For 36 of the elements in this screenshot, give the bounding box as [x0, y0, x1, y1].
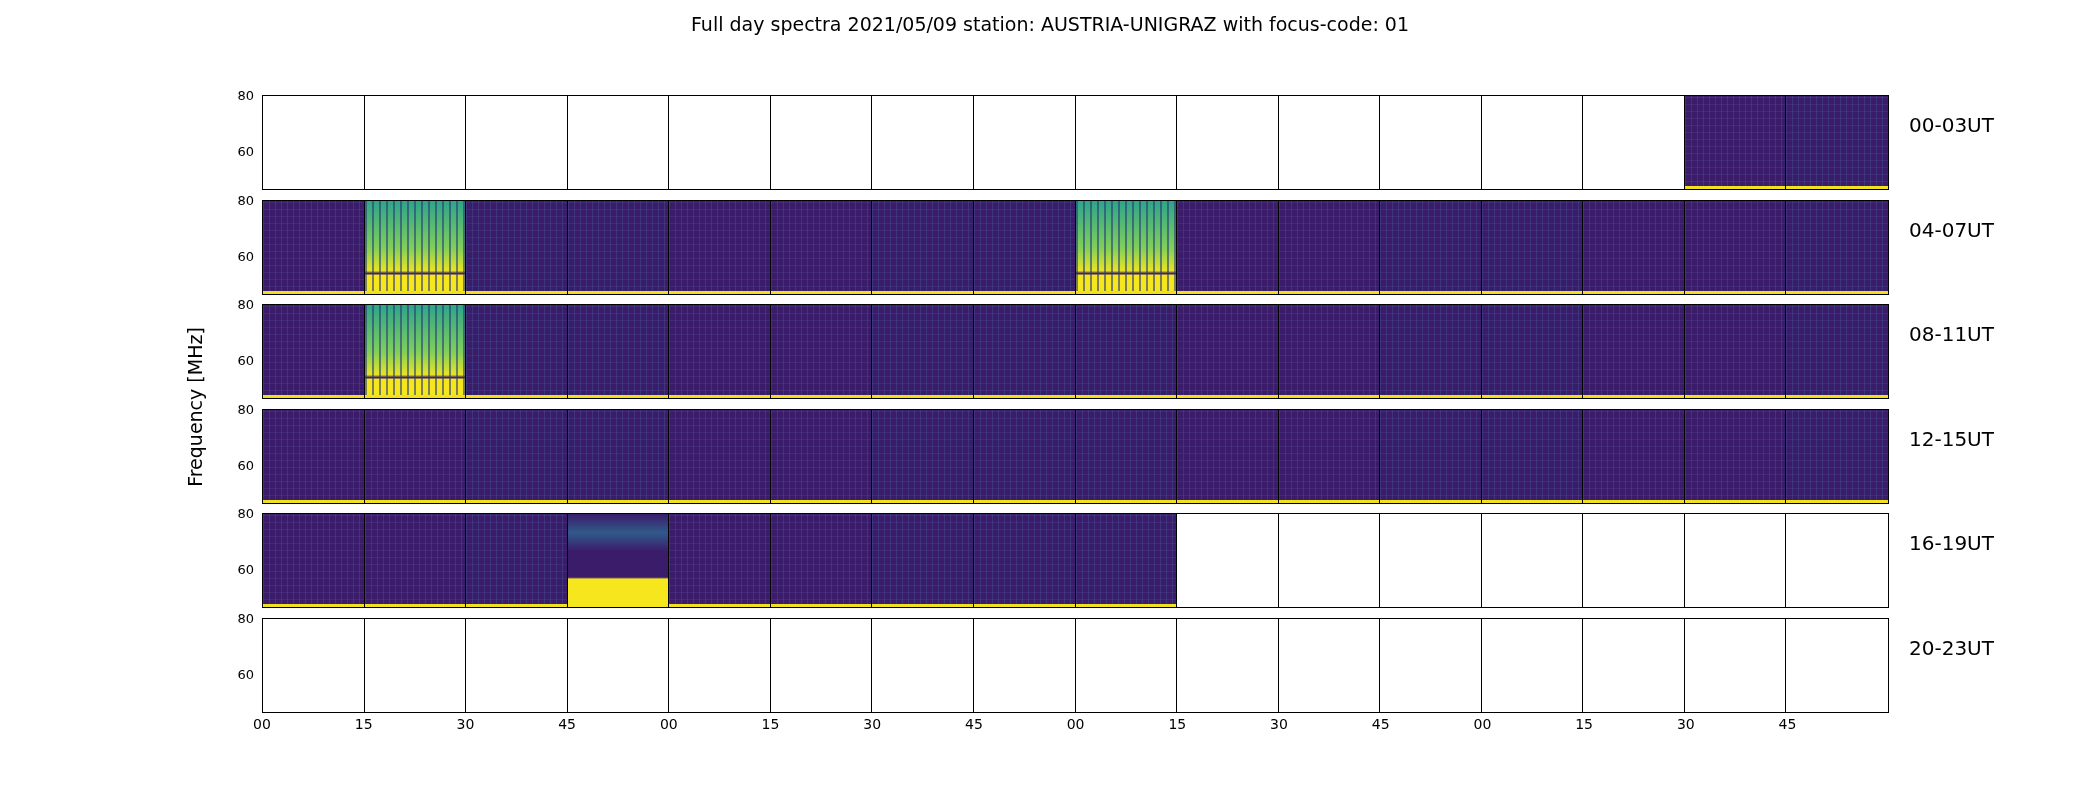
- tick-label: 80: [237, 193, 254, 206]
- tick-label: 00: [659, 716, 678, 732]
- tick-label: 60: [237, 667, 254, 681]
- tick-label: 80: [237, 611, 254, 624]
- tick-label: 60: [237, 562, 254, 576]
- tick-label: 15: [1168, 716, 1187, 732]
- tick-label: 30: [1676, 716, 1695, 732]
- row-label: 12-15UT: [1909, 426, 1994, 451]
- tick-label: 30: [456, 716, 475, 732]
- row-label: 00-03UT: [1909, 113, 1994, 137]
- tick-label: 30: [1270, 716, 1288, 732]
- tick-label: 60: [237, 144, 254, 158]
- tick-label: 60: [237, 353, 254, 367]
- tick-label: 80: [237, 506, 254, 520]
- tick-label: 45: [558, 716, 576, 732]
- figure-title: Full day spectra 2021/05/09 station: AUSTRIA-UNIGRAZ with focus-code: 01: [690, 12, 1410, 37]
- tick-label: 00: [1473, 716, 1492, 732]
- row-label: 04-07UT: [1909, 217, 1994, 242]
- tick-label: 15: [354, 716, 373, 732]
- tick-label: 15: [761, 716, 780, 732]
- row-label: 16-19UT: [1909, 531, 1994, 555]
- row-label: 08-11UT: [1909, 322, 1994, 346]
- row-label: 20-23UT: [1909, 635, 1994, 660]
- tick-label: 80: [237, 297, 254, 311]
- tick-label: 00: [1066, 716, 1085, 732]
- tick-label: 45: [1778, 716, 1797, 732]
- tick-label: 45: [965, 716, 983, 732]
- y-axis-label: Frequency [MHz]: [184, 327, 206, 487]
- tick-label: 60: [237, 249, 254, 263]
- tick-label: 45: [1371, 716, 1390, 732]
- tick-label: 80: [237, 402, 254, 415]
- tick-label: 80: [237, 88, 254, 102]
- tick-label: 15: [1575, 716, 1593, 732]
- tick-label: 60: [237, 458, 254, 472]
- tick-label: 30: [863, 716, 882, 732]
- tick-label: 00: [253, 716, 271, 732]
